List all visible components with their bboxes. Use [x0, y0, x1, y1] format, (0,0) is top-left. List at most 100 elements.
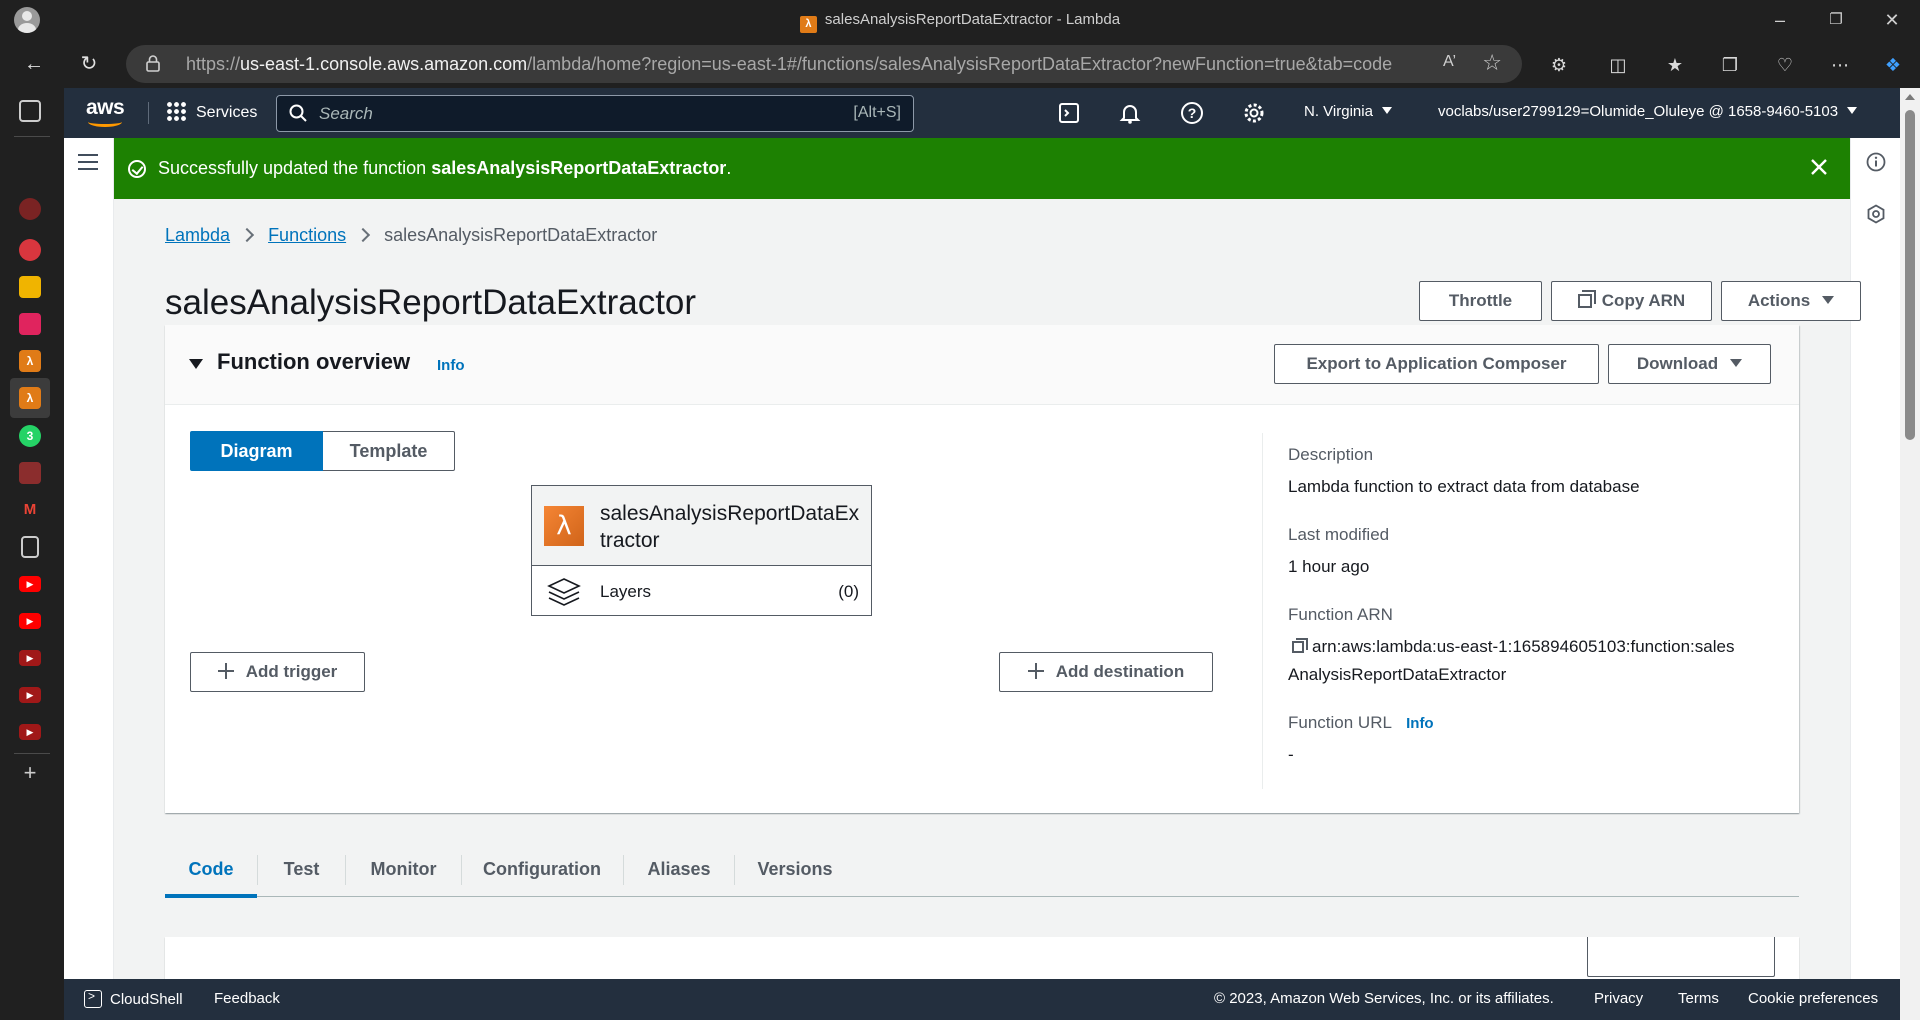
settings-gear-icon[interactable] [1241, 100, 1267, 126]
tab-test[interactable]: Test [258, 841, 345, 897]
extensions-icon[interactable]: ⚙ [1548, 54, 1570, 76]
add-destination-button[interactable]: Add destination [999, 652, 1213, 692]
code-panel-button[interactable] [1587, 937, 1775, 977]
menu-hamburger-icon[interactable] [78, 154, 98, 170]
youtube-icon-2[interactable]: ▶ [19, 610, 41, 632]
search-input[interactable] [319, 102, 799, 126]
whatsapp-icon[interactable]: 3 [19, 425, 41, 447]
document-icon[interactable] [19, 536, 41, 558]
favorites-icon[interactable]: ★ [1664, 54, 1686, 76]
scroll-up-arrow-icon[interactable] [1905, 94, 1915, 100]
add-sidebar-app-icon[interactable]: + [19, 762, 41, 784]
copilot-icon[interactable]: ❖ [1882, 54, 1904, 76]
throttle-button[interactable]: Throttle [1419, 281, 1542, 321]
nav-divider [148, 102, 149, 124]
app-icon-5[interactable] [19, 462, 41, 484]
more-menu-icon[interactable]: ⋯ [1829, 54, 1851, 76]
browser-essentials-icon[interactable]: ♡ [1774, 54, 1796, 76]
tab-versions[interactable]: Versions [735, 841, 855, 897]
help-icon[interactable]: ? [1179, 100, 1205, 126]
dismiss-close-icon[interactable] [1806, 154, 1832, 180]
privacy-link[interactable]: Privacy [1594, 990, 1643, 1007]
overview-info-link[interactable]: Info [437, 357, 465, 374]
breadcrumb-functions-link[interactable]: Functions [268, 225, 346, 245]
lambda-tab-icon[interactable]: λ [19, 350, 41, 372]
youtube-icon-4[interactable]: ▶ [19, 684, 41, 706]
collections-icon[interactable]: ❐ [1719, 54, 1741, 76]
gmail-icon[interactable]: M [19, 499, 41, 521]
minimize-button[interactable]: – [1752, 0, 1808, 40]
add-trigger-button[interactable]: Add trigger [190, 652, 365, 692]
info-panel-icon[interactable] [1866, 152, 1886, 172]
download-dropdown-button[interactable]: Download [1608, 344, 1771, 384]
diagram-toggle-label: Diagram [220, 441, 293, 461]
address-bar[interactable]: https://us-east-1.console.aws.amazon.com… [126, 45, 1522, 83]
cloudshell-icon[interactable] [1056, 100, 1082, 126]
aws-logo[interactable]: aws [86, 96, 126, 127]
url-host: us-east-1.console.aws.amazon.com [240, 54, 528, 74]
function-url-info-link[interactable]: Info [1406, 715, 1434, 732]
youtube-icon-3[interactable]: ▶ [19, 647, 41, 669]
cloudshell-footer-button[interactable]: CloudShell [84, 989, 183, 1008]
browser-titlebar: λ salesAnalysisReportDataExtractor - Lamb… [0, 0, 1920, 40]
account-menu[interactable]: voclabs/user2799129=Olumide_Oluleye @ 16… [1438, 103, 1858, 120]
svg-text:?: ? [1188, 105, 1197, 121]
plus-icon [217, 663, 234, 679]
add-trigger-label: Add trigger [245, 662, 338, 681]
app-icon-3[interactable] [19, 276, 41, 298]
refresh-icon[interactable]: ↻ [72, 47, 106, 81]
cookie-preferences-link[interactable]: Cookie preferences [1748, 990, 1878, 1007]
template-toggle[interactable]: Template [323, 431, 455, 471]
app-icon-4[interactable] [19, 313, 41, 335]
last-modified-label: Last modified [1288, 525, 1390, 544]
function-diagram-box[interactable]: λ salesAnalysisReportDataExtractor Layer… [531, 485, 872, 616]
copyright-text: © 2023, Amazon Web Services, Inc. or its… [1214, 990, 1554, 1007]
close-window-button[interactable]: ✕ [1864, 0, 1920, 40]
youtube-icon-5[interactable]: ▶ [19, 721, 41, 743]
copy-arn-button[interactable]: Copy ARN [1551, 281, 1712, 321]
function-arn-label: Function ARN [1288, 605, 1393, 624]
actions-label: Actions [1747, 291, 1811, 310]
copy-arn-label: Copy ARN [1601, 291, 1686, 310]
caret-down-icon [1730, 359, 1743, 367]
function-details: Description Lambda function to extract d… [1288, 445, 1778, 793]
tab-actions-icon[interactable] [19, 100, 41, 122]
chevron-down-icon [1381, 107, 1392, 114]
actions-dropdown-button[interactable]: Actions [1721, 281, 1861, 321]
copy-arn-icon[interactable] [1292, 638, 1308, 653]
split-screen-icon[interactable]: ◫ [1607, 54, 1629, 76]
back-arrow-icon[interactable]: ← [17, 47, 51, 81]
tab-configuration[interactable]: Configuration [462, 841, 622, 897]
scrollbar-thumb[interactable] [1905, 110, 1915, 440]
services-menu-button[interactable]: Services [166, 99, 257, 127]
function-url-label: Function URL Info [1288, 713, 1778, 733]
app-icon-2[interactable] [19, 239, 41, 261]
overview-title: Function overview [217, 349, 411, 374]
breadcrumb-lambda-link[interactable]: Lambda [165, 225, 230, 245]
tab-code[interactable]: Code [165, 841, 257, 898]
app-icon-1[interactable] [19, 198, 41, 220]
notifications-bell-icon[interactable] [1117, 100, 1143, 126]
services-label: Services [196, 104, 258, 121]
success-flash-banner: Successfully updated the function salesA… [114, 138, 1850, 199]
diagram-toggle[interactable]: Diagram [190, 431, 323, 471]
function-url-value: - [1288, 745, 1294, 764]
youtube-icon-1[interactable]: ▶ [19, 573, 41, 595]
feedback-link[interactable]: Feedback [214, 990, 280, 1007]
sidebar-divider [14, 136, 50, 137]
layers-label[interactable]: Layers [600, 582, 651, 602]
terms-link[interactable]: Terms [1678, 990, 1719, 1007]
export-composer-button[interactable]: Export to Application Composer [1274, 344, 1599, 384]
tab-aliases[interactable]: Aliases [624, 841, 734, 897]
page-scrollbar[interactable] [1900, 88, 1920, 1020]
favorite-star-icon[interactable]: ☆ [1482, 50, 1502, 76]
tab-monitor[interactable]: Monitor [346, 841, 461, 897]
search-box[interactable]: [Alt+S] [276, 95, 914, 132]
read-aloud-icon[interactable]: A’ [1443, 53, 1456, 71]
window-title-text: salesAnalysisReportDataExtractor - Lambd… [824, 11, 1121, 28]
help-panel-icon[interactable] [1866, 204, 1886, 224]
region-selector[interactable]: N. Virginia [1304, 103, 1392, 120]
lambda-tab-active-icon[interactable]: λ [10, 378, 50, 418]
collapse-caret-icon[interactable] [189, 359, 203, 369]
restore-button[interactable]: ❐ [1808, 0, 1864, 40]
